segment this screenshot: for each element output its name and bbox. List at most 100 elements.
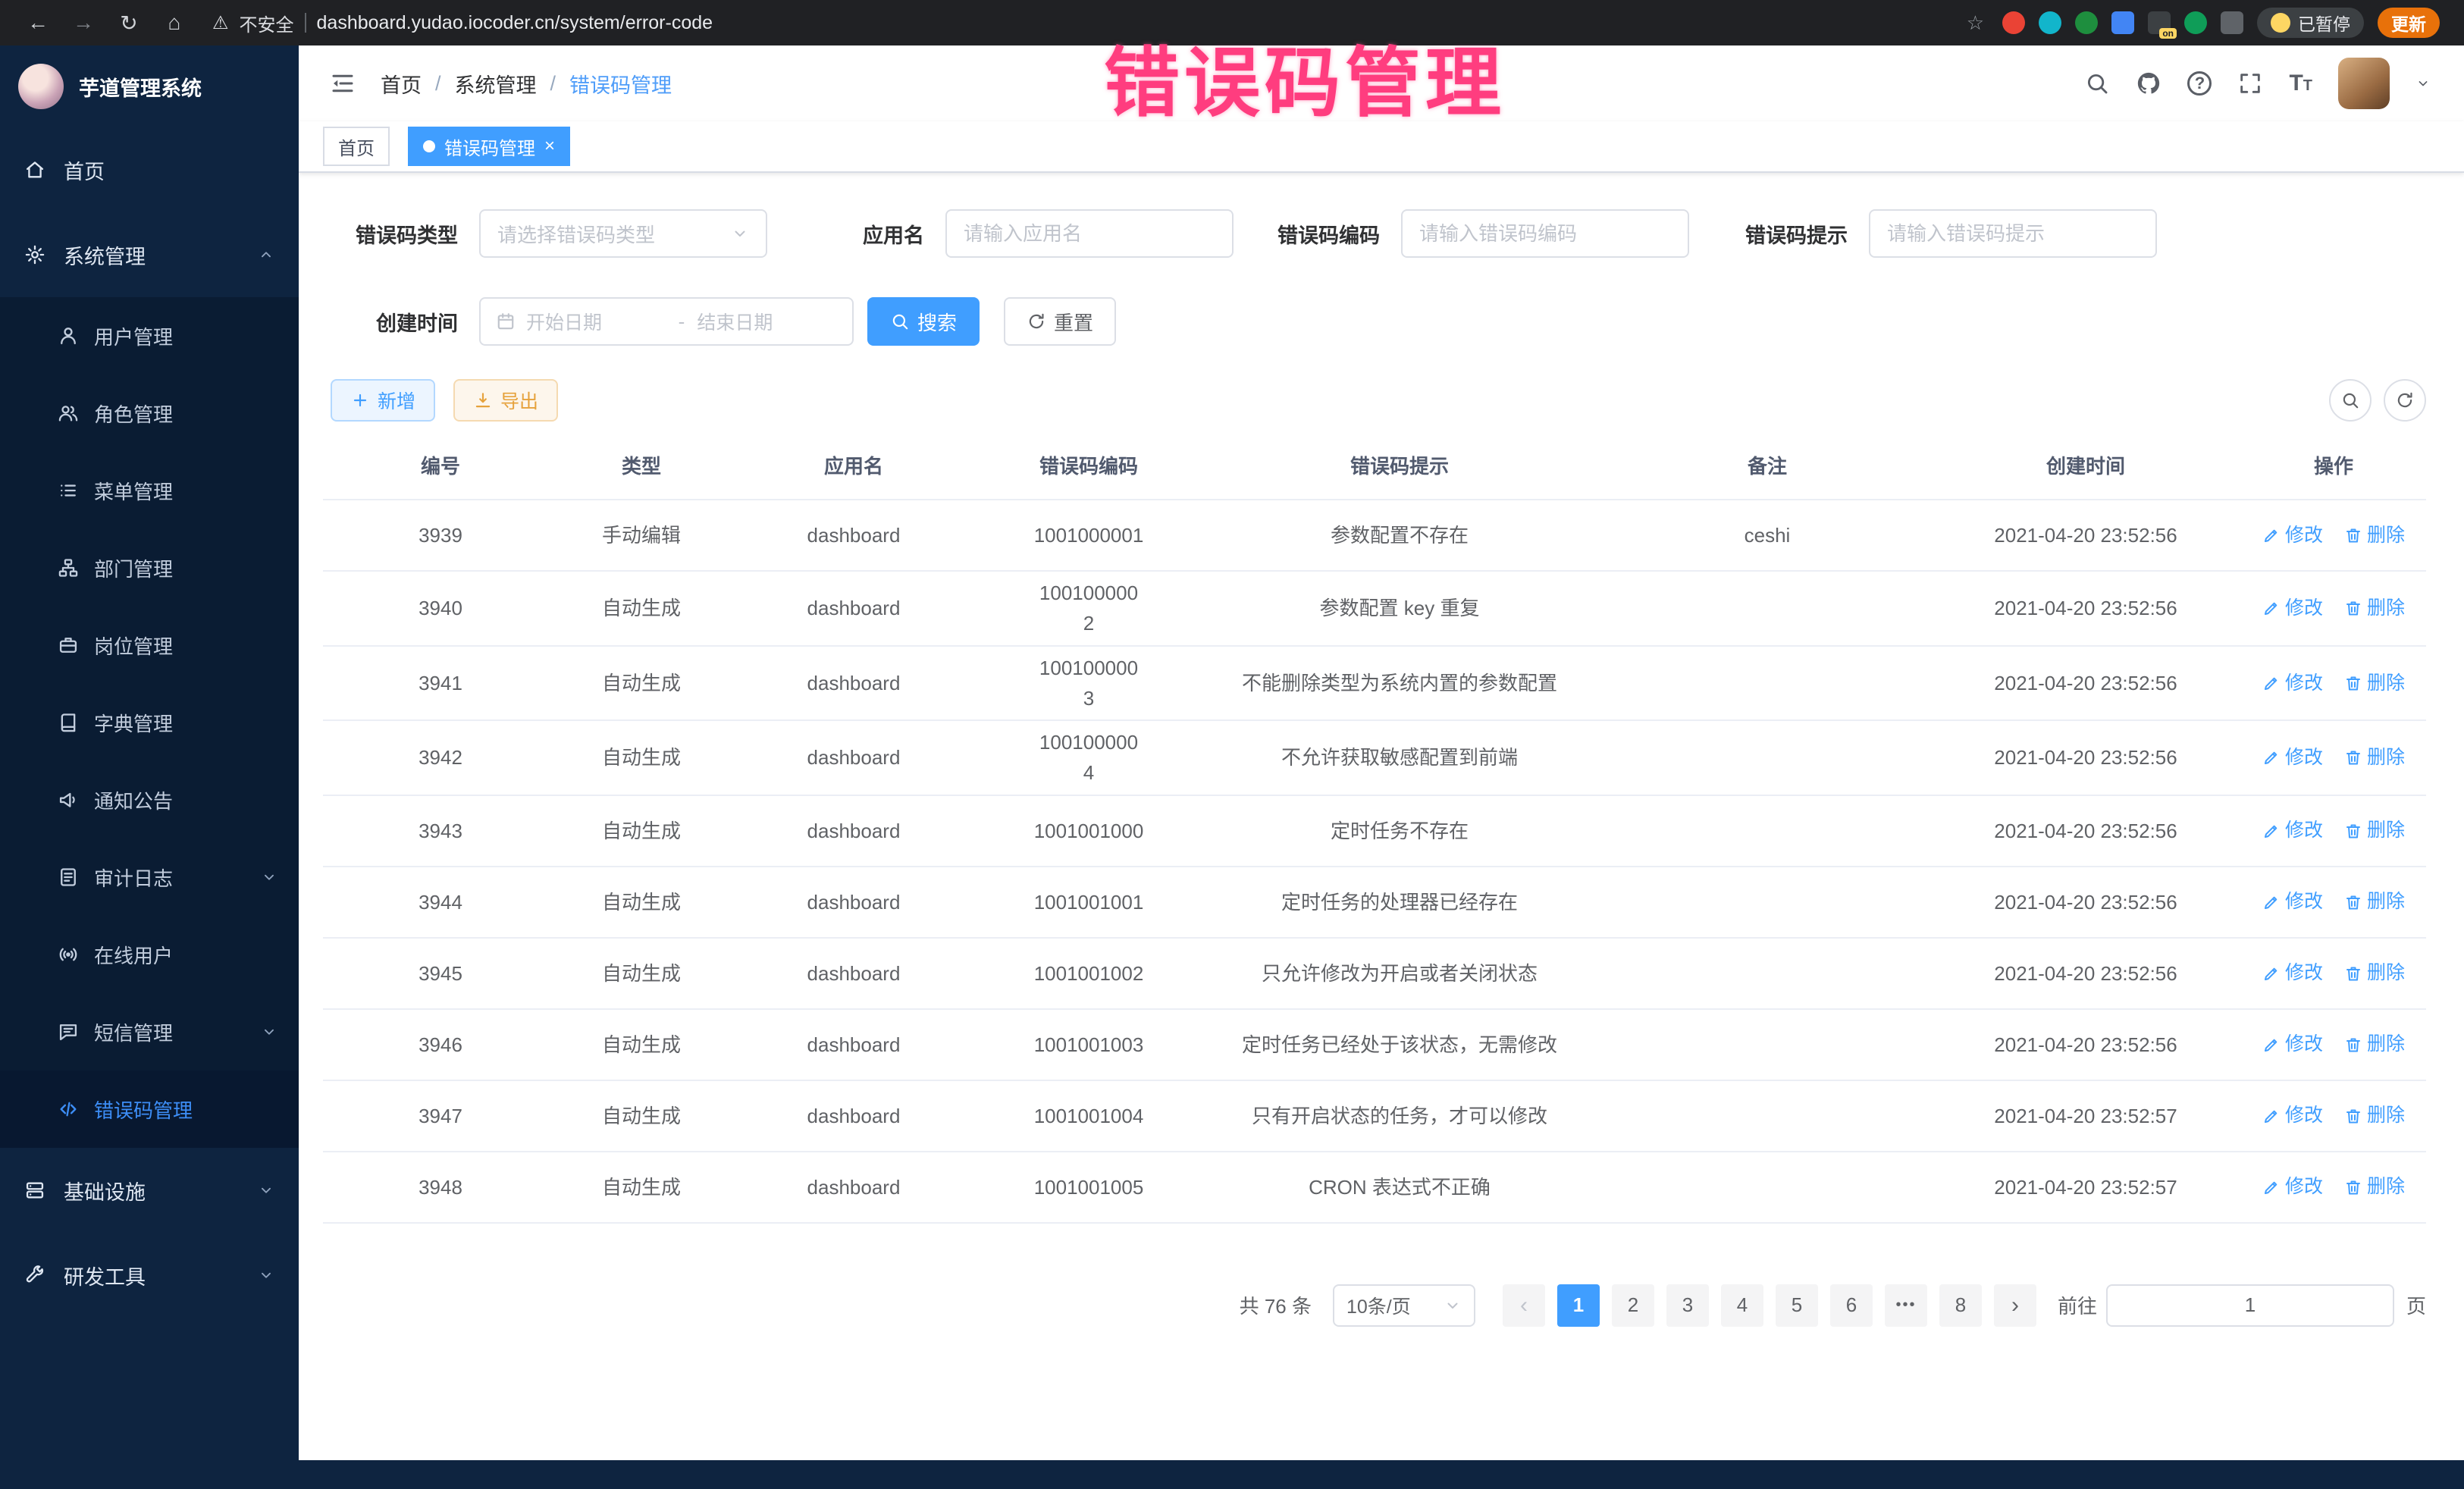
page-button[interactable]: 4 — [1721, 1284, 1763, 1327]
font-size-icon[interactable]: TT — [2289, 72, 2312, 95]
delete-link[interactable]: 删除 — [2344, 1172, 2405, 1202]
sidebar-item-auditlog[interactable]: 审计日志 — [0, 839, 299, 916]
extension-icon[interactable] — [2039, 11, 2061, 34]
edit-link[interactable]: 修改 — [2262, 594, 2323, 623]
breadcrumb-item[interactable]: 首页 — [381, 69, 422, 99]
goto-page-input[interactable] — [2106, 1284, 2394, 1327]
cell-app: dashboard — [725, 958, 983, 989]
edit-link[interactable]: 修改 — [2262, 743, 2323, 773]
hamburger-icon[interactable] — [329, 70, 356, 97]
chevron-down-icon — [261, 1023, 277, 1040]
reload-icon[interactable]: ↻ — [109, 11, 149, 36]
edit-link[interactable]: 修改 — [2262, 958, 2323, 988]
edit-link[interactable]: 修改 — [2262, 1101, 2323, 1130]
edit-link[interactable]: 修改 — [2262, 816, 2323, 845]
edit-link[interactable]: 修改 — [2262, 669, 2323, 698]
sidebar: 芋道管理系统 首页 系统管理 用户管理 — [0, 45, 299, 1489]
delete-link[interactable]: 删除 — [2344, 816, 2405, 845]
edit-link[interactable]: 修改 — [2262, 1172, 2323, 1202]
online-icon — [58, 944, 79, 965]
recording-indicator-icon[interactable] — [2002, 11, 2025, 34]
delete-link[interactable]: 删除 — [2344, 887, 2405, 917]
cell-time: 2021-04-20 23:52:57 — [1930, 1172, 2241, 1202]
sidebar-item-errorcode[interactable]: 错误码管理 — [0, 1071, 299, 1148]
sidebar-item-user[interactable]: 用户管理 — [0, 297, 299, 375]
github-icon[interactable] — [2136, 71, 2161, 96]
delete-link[interactable]: 删除 — [2344, 1101, 2405, 1130]
create-time-range-picker[interactable]: 开始日期 - 结束日期 — [479, 297, 854, 346]
sidebar-item-tools[interactable]: 研发工具 — [0, 1233, 299, 1318]
show-search-button[interactable] — [2329, 379, 2372, 422]
delete-link[interactable]: 删除 — [2344, 1030, 2405, 1059]
page-button[interactable]: 2 — [1612, 1284, 1654, 1327]
active-dot — [423, 140, 435, 152]
back-icon[interactable]: ← — [18, 11, 58, 35]
reset-button[interactable]: 重置 — [1004, 297, 1116, 346]
search-button[interactable]: 搜索 — [867, 297, 980, 346]
export-button[interactable]: 导出 — [453, 379, 558, 422]
page-size-select[interactable]: 10条/页 — [1333, 1284, 1475, 1327]
extension-icon[interactable] — [2111, 11, 2134, 34]
edit-link[interactable]: 修改 — [2262, 1030, 2323, 1059]
page-button[interactable]: 3 — [1666, 1284, 1709, 1327]
page-button[interactable]: 5 — [1776, 1284, 1818, 1327]
error-code-input[interactable] — [1401, 209, 1689, 258]
browser-chrome: ← → ↻ ⌂ ⚠ 不安全 dashboard.yudao.iocoder.cn… — [0, 0, 2464, 45]
delete-link[interactable]: 删除 — [2344, 594, 2405, 623]
menu-list-icon — [58, 480, 79, 501]
next-page-button[interactable]: › — [1994, 1284, 2036, 1327]
sidebar-item-dict[interactable]: 字典管理 — [0, 684, 299, 761]
app-name-input[interactable] — [945, 209, 1234, 258]
search-icon[interactable] — [2084, 71, 2110, 96]
tag-errorcode[interactable]: 错误码管理 × — [408, 127, 570, 166]
sidebar-item-role[interactable]: 角色管理 — [0, 375, 299, 452]
edit-link[interactable]: 修改 — [2262, 521, 2323, 550]
sidebar-item-online[interactable]: 在线用户 — [0, 916, 299, 993]
error-hint-input[interactable] — [1869, 209, 2157, 258]
sidebar-item-menu[interactable]: 菜单管理 — [0, 452, 299, 529]
sidebar-item-notice[interactable]: 通知公告 — [0, 761, 299, 839]
app-logo[interactable]: 芋道管理系统 — [0, 45, 299, 127]
cell-id: 3941 — [323, 668, 558, 698]
pagination-total: 共 76 条 — [1240, 1291, 1312, 1319]
page-more-button[interactable]: ••• — [1885, 1284, 1927, 1327]
tag-close-icon[interactable]: × — [544, 136, 555, 157]
browser-home-icon[interactable]: ⌂ — [155, 11, 194, 35]
cell-id: 3942 — [323, 742, 558, 773]
extension-icon[interactable] — [2075, 11, 2098, 34]
page-button[interactable]: 8 — [1939, 1284, 1982, 1327]
page-button[interactable]: 6 — [1830, 1284, 1873, 1327]
page-button[interactable]: 1 — [1557, 1284, 1600, 1327]
prev-page-button[interactable]: ‹ — [1503, 1284, 1545, 1327]
delete-link[interactable]: 删除 — [2344, 521, 2405, 550]
chrome-update-button[interactable]: 更新 — [2378, 8, 2440, 38]
delete-link[interactable]: 删除 — [2344, 743, 2405, 773]
address-bar[interactable]: ⚠ 不安全 dashboard.yudao.iocoder.cn/system/… — [200, 10, 1996, 36]
sidebar-item-sms[interactable]: 短信管理 — [0, 993, 299, 1071]
extensions-puzzle-icon[interactable] — [2221, 11, 2243, 34]
help-icon[interactable]: ? — [2187, 71, 2212, 96]
chevron-down-icon[interactable] — [2415, 76, 2431, 91]
bottom-strip — [0, 1460, 2464, 1489]
extension-icon[interactable] — [2184, 11, 2207, 34]
add-button[interactable]: 新增 — [331, 379, 435, 422]
forward-icon[interactable]: → — [64, 11, 103, 35]
fullscreen-icon[interactable] — [2237, 71, 2263, 96]
user-avatar[interactable] — [2338, 58, 2390, 109]
sidebar-item-infra[interactable]: 基础设施 — [0, 1148, 299, 1233]
sms-icon — [58, 1021, 79, 1042]
bookmark-star-icon[interactable]: ☆ — [1967, 11, 1984, 35]
sidebar-item-post[interactable]: 岗位管理 — [0, 607, 299, 684]
delete-link[interactable]: 删除 — [2344, 669, 2405, 698]
edit-link[interactable]: 修改 — [2262, 887, 2323, 917]
sidebar-item-dept[interactable]: 部门管理 — [0, 529, 299, 607]
sidebar-item-system[interactable]: 系统管理 — [0, 212, 299, 297]
extension-icon[interactable]: on — [2148, 11, 2171, 34]
sidebar-item-home[interactable]: 首页 — [0, 127, 299, 212]
profile-paused-badge[interactable]: 已暂停 — [2257, 8, 2364, 38]
refresh-table-button[interactable] — [2384, 379, 2426, 422]
tag-home[interactable]: 首页 — [323, 127, 390, 166]
delete-link[interactable]: 删除 — [2344, 958, 2405, 988]
error-type-select[interactable]: 请选择错误码类型 — [479, 209, 767, 258]
breadcrumb-item[interactable]: 系统管理 — [455, 69, 537, 99]
